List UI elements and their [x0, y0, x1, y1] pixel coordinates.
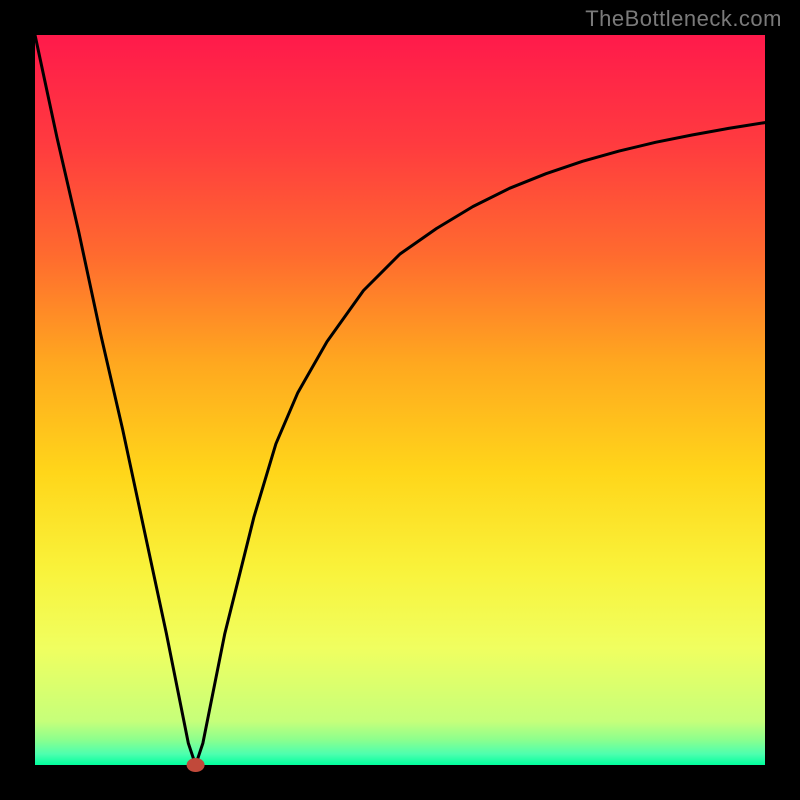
optimal-point-marker — [187, 758, 205, 772]
plot-background — [35, 35, 765, 765]
chart-frame: TheBottleneck.com — [0, 0, 800, 800]
watermark-text: TheBottleneck.com — [585, 6, 782, 32]
chart-svg — [0, 0, 800, 800]
